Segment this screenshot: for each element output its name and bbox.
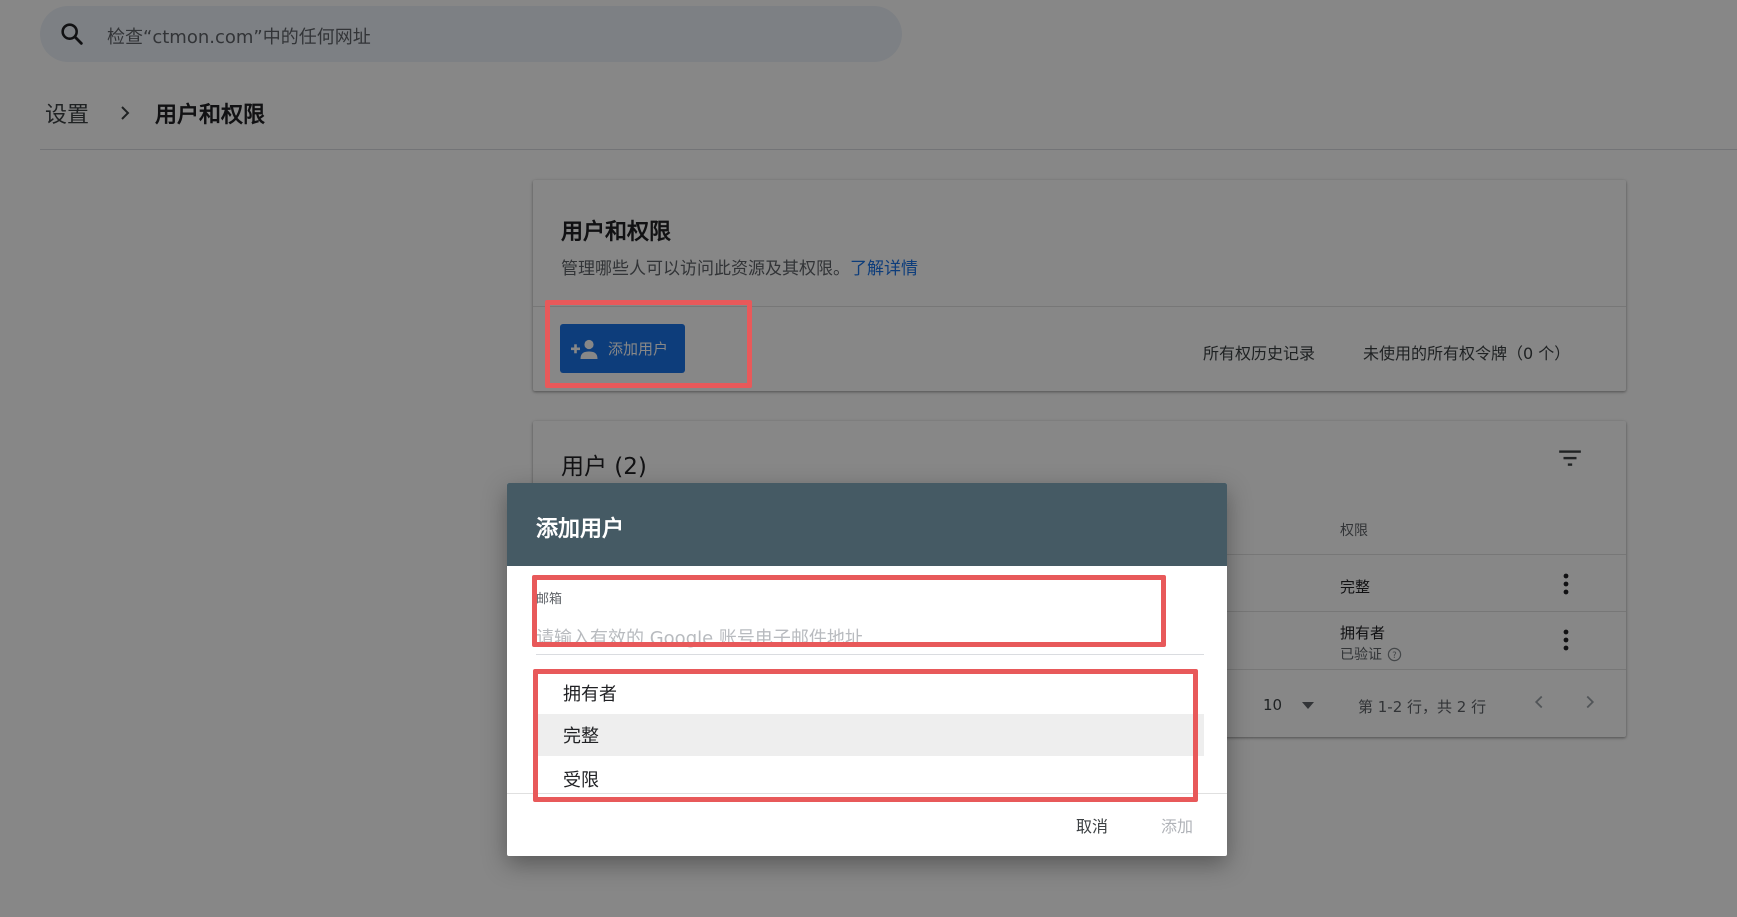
dialog-header: 添加用户 (507, 483, 1227, 566)
add-button[interactable]: 添加 (1161, 813, 1193, 837)
highlight-add-user-button (545, 300, 752, 388)
highlight-email-field (532, 575, 1166, 647)
dialog-title: 添加用户 (536, 517, 625, 542)
cancel-button[interactable]: 取消 (1076, 813, 1108, 837)
highlight-permission-options (533, 669, 1198, 802)
